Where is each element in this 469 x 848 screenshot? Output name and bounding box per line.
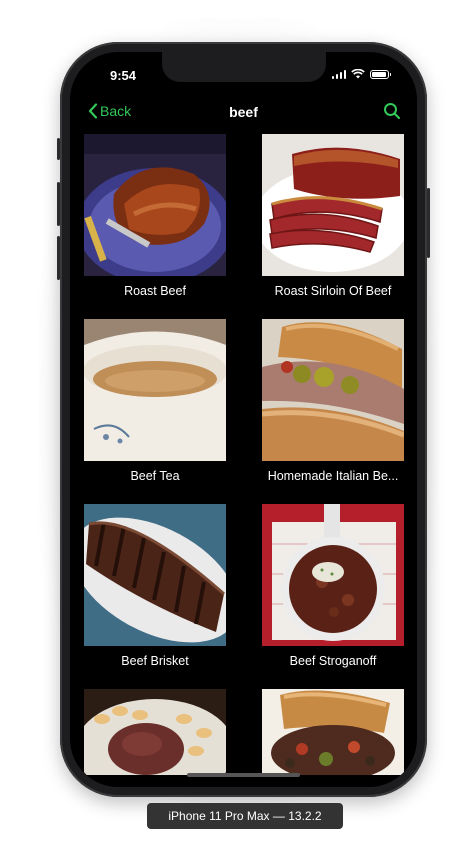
recipe-title: Homemade Italian Be... [267, 469, 399, 483]
phone-screen: 9:54 Back beef Roast Beef Roast Sirloin … [70, 52, 417, 787]
recipe-title: Beef Tea [130, 469, 180, 483]
nav-title: beef [229, 104, 258, 120]
recipe-card[interactable] [262, 689, 404, 783]
recipe-card[interactable]: Homemade Italian Be... [262, 319, 404, 483]
recipe-image-beef-stew [262, 689, 404, 775]
recipe-title: Beef Brisket [121, 654, 189, 668]
recipe-image-beef-tea [84, 319, 226, 461]
cellular-signal-icon [331, 69, 346, 79]
iphone-frame: 9:54 Back beef Roast Beef Roast Sirloin … [57, 42, 430, 797]
power-button [427, 188, 430, 258]
home-indicator[interactable] [187, 773, 300, 777]
recipe-image-italian-beef [262, 319, 404, 461]
volume-down-button [57, 236, 60, 280]
volume-up-button [57, 182, 60, 226]
search-icon [384, 103, 401, 120]
recipe-card[interactable]: Beef Tea [84, 319, 226, 483]
recipe-image-roast-sirloin [262, 134, 404, 276]
battery-fill [372, 71, 387, 77]
simulator-canvas: 9:54 Back beef Roast Beef Roast Sirloin … [0, 0, 469, 848]
recipe-image-beef-brisket [84, 504, 226, 646]
recipe-image-beef-dumplings [84, 689, 226, 775]
wifi-icon [351, 69, 365, 79]
battery-icon [370, 69, 391, 79]
recipe-card[interactable]: Roast Beef [84, 134, 226, 298]
search-button[interactable] [383, 102, 401, 125]
status-time: 9:54 [110, 68, 137, 83]
recipe-card[interactable]: Beef Brisket [84, 504, 226, 668]
recipe-image-roast-beef [84, 134, 226, 276]
recipe-image-beef-stroganoff [262, 504, 404, 646]
notch [162, 52, 326, 82]
recipe-title: Beef Stroganoff [289, 654, 377, 668]
recipe-card[interactable] [84, 689, 226, 783]
status-icons [331, 69, 391, 79]
recipe-title: Roast Sirloin Of Beef [274, 284, 392, 298]
device-label: iPhone 11 Pro Max — 13.2.2 [147, 803, 343, 829]
recipe-card[interactable]: Beef Stroganoff [262, 504, 404, 668]
silent-switch [57, 138, 60, 160]
recipe-title: Roast Beef [124, 284, 186, 298]
navigation-bar: Back beef [70, 96, 417, 130]
recipe-card[interactable]: Roast Sirloin Of Beef [262, 134, 404, 298]
